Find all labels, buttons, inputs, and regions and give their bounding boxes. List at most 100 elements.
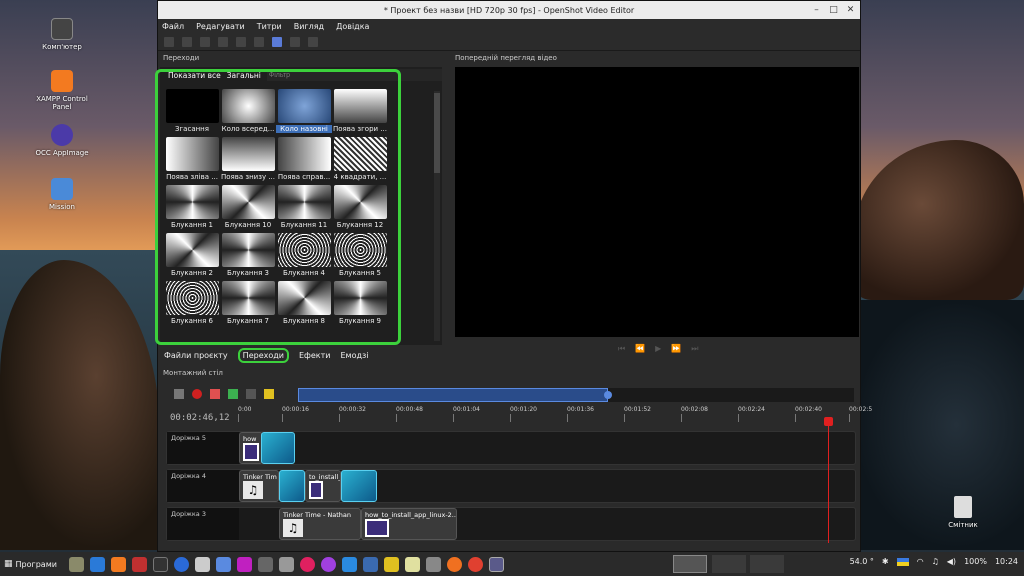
profile-icon[interactable] xyxy=(272,36,282,47)
preview-panel-header: Попередній перегляд відео xyxy=(455,54,557,62)
firefox-app-icon[interactable] xyxy=(446,556,462,572)
gimp-app-icon[interactable] xyxy=(404,556,420,572)
paint-app-icon[interactable] xyxy=(383,556,399,572)
jump-start-icon[interactable]: ⏮ xyxy=(618,344,625,354)
ruler-tick: 00:00:48 xyxy=(396,406,423,422)
workspace-1[interactable] xyxy=(673,555,707,573)
desktop-icon-xampp[interactable]: XAMPP Control Panel xyxy=(32,70,92,111)
transition-clip[interactable] xyxy=(279,470,305,502)
razor-icon[interactable] xyxy=(210,389,220,399)
menu-titles[interactable]: Титри xyxy=(257,22,282,31)
transition-clip[interactable] xyxy=(261,432,295,464)
menu-view[interactable]: Вигляд xyxy=(294,22,324,31)
workspace-3[interactable] xyxy=(750,555,784,573)
center-playhead-icon[interactable] xyxy=(264,389,274,399)
ruler-tick: 00:02:24 xyxy=(738,406,765,422)
bluetooth-icon[interactable]: ✱ xyxy=(882,557,889,566)
audio-app-icon[interactable] xyxy=(425,556,441,572)
files-app-icon[interactable] xyxy=(68,556,84,572)
mini-timeline[interactable] xyxy=(298,388,854,402)
tab-transitions[interactable]: Переходи xyxy=(237,348,289,363)
obs-app-icon[interactable] xyxy=(320,556,336,572)
fast-forward-icon[interactable]: ⏩ xyxy=(671,344,681,354)
tab-emoji[interactable]: Емодзі xyxy=(340,351,368,363)
clip-tinker-time-nathan[interactable]: Tinker Time - Nathan ♫ xyxy=(279,508,361,540)
new-project-icon[interactable] xyxy=(164,36,174,47)
keyboard-layout-icon[interactable] xyxy=(896,557,909,566)
volume-icon[interactable]: ◀) xyxy=(947,557,956,566)
battery-text: 100% xyxy=(964,557,987,566)
openshot-app-icon[interactable] xyxy=(488,556,504,572)
chrome-app-icon[interactable] xyxy=(467,556,483,572)
system-tray: 54.0 ° ✱ ◠ ♫ ◀) 100% 10:24 xyxy=(850,557,1018,566)
ruler-tick: 00:01:04 xyxy=(453,406,480,422)
terminal-app-icon[interactable] xyxy=(152,556,168,572)
fullscreen-icon[interactable] xyxy=(290,36,300,47)
workspace-2[interactable] xyxy=(712,555,746,573)
clip-tinker-time[interactable]: Tinker Tim ♫ xyxy=(239,470,279,502)
desktop-icon-occ[interactable]: OCC AppImage xyxy=(32,124,92,157)
wifi-icon[interactable]: ◠ xyxy=(917,557,924,566)
xampp-app-icon[interactable] xyxy=(110,556,126,572)
vscode-app-icon[interactable] xyxy=(89,556,105,572)
ruler-tick: 00:00:32 xyxy=(339,406,366,422)
jump-end-icon[interactable]: ⏭ xyxy=(691,344,698,354)
start-menu-button[interactable]: ▦ Програми xyxy=(4,559,57,569)
music-icon[interactable]: ♫ xyxy=(932,557,939,566)
export-icon[interactable] xyxy=(308,36,318,47)
store-app-icon[interactable] xyxy=(194,556,210,572)
title-bar: * Проект без назви [HD 720p 30 fps] - Op… xyxy=(158,1,860,19)
desktop-icon-computer[interactable]: Комп'ютер xyxy=(32,18,92,51)
ruler-tick: 00:01:20 xyxy=(510,406,537,422)
panel-tabs: Файли проєкту Переходи Ефекти Емодзі xyxy=(160,348,368,363)
timeline-ruler[interactable]: 0:00 00:00:16 00:00:32 00:00:48 00:01:04… xyxy=(238,406,872,426)
tab-project-files[interactable]: Файли проєкту xyxy=(164,351,228,363)
close-icon[interactable]: ✕ xyxy=(845,4,856,15)
video-preview xyxy=(455,67,859,337)
mini-timeline-viewport[interactable] xyxy=(298,388,608,402)
taskbar: ▦ Програми 54.0 ° ✱ ◠ ♫ ◀) 100% 10:24 xyxy=(0,552,1024,576)
clip-how-to-install[interactable]: to_install_a xyxy=(305,470,341,502)
undo-icon[interactable] xyxy=(218,36,228,47)
desktop-icon-mission[interactable]: Mission xyxy=(32,178,92,211)
play-icon[interactable]: ▶ xyxy=(655,344,661,354)
menu-help[interactable]: Довідка xyxy=(336,22,369,31)
prev-marker-icon[interactable] xyxy=(246,389,256,399)
chat-app-icon[interactable] xyxy=(341,556,357,572)
timeline-header: Монтажний стіл xyxy=(163,369,223,377)
calc-app-icon[interactable] xyxy=(278,556,294,572)
import-icon[interactable] xyxy=(254,36,264,47)
media-app-icon[interactable] xyxy=(236,556,252,572)
add-track-icon[interactable] xyxy=(174,389,184,399)
desktop-icon-trash[interactable]: Смітник xyxy=(938,496,988,529)
add-marker-icon[interactable] xyxy=(228,389,238,399)
headphones-app-icon[interactable] xyxy=(299,556,315,572)
network-app-icon[interactable] xyxy=(173,556,189,572)
music-note-icon: ♫ xyxy=(243,481,263,499)
snap-icon[interactable] xyxy=(192,389,202,399)
pen-app-icon[interactable] xyxy=(215,556,231,572)
clip-how-to-install-linux[interactable]: how_to_install_app_linux-2... xyxy=(361,508,457,540)
playhead xyxy=(828,419,829,543)
text-app-icon[interactable] xyxy=(257,556,273,572)
cloud-app-icon[interactable] xyxy=(362,556,378,572)
menu-file[interactable]: Файл xyxy=(162,22,184,31)
clip-how[interactable]: how xyxy=(239,432,263,464)
timeline-time-display: 00:02:46,12 xyxy=(170,413,230,423)
menu-edit[interactable]: Редагувати xyxy=(196,22,245,31)
transitions-scrollbar[interactable] xyxy=(434,91,440,341)
maximize-icon[interactable]: □ xyxy=(828,4,839,15)
rewind-icon[interactable]: ⏪ xyxy=(635,344,645,354)
open-project-icon[interactable] xyxy=(182,36,192,47)
track-5: Доріжка 5 how xyxy=(166,431,856,465)
mini-timeline-handle[interactable] xyxy=(604,391,612,399)
clock[interactable]: 10:24 xyxy=(995,557,1018,566)
menu-bar: Файл Редагувати Титри Вигляд Довідка xyxy=(158,19,860,33)
filezilla-app-icon[interactable] xyxy=(131,556,147,572)
transition-clip[interactable] xyxy=(341,470,377,502)
highlight-transitions-panel xyxy=(155,69,401,345)
redo-icon[interactable] xyxy=(236,36,246,47)
tab-effects[interactable]: Ефекти xyxy=(299,351,331,363)
minimize-icon[interactable]: – xyxy=(811,4,822,15)
save-project-icon[interactable] xyxy=(200,36,210,47)
